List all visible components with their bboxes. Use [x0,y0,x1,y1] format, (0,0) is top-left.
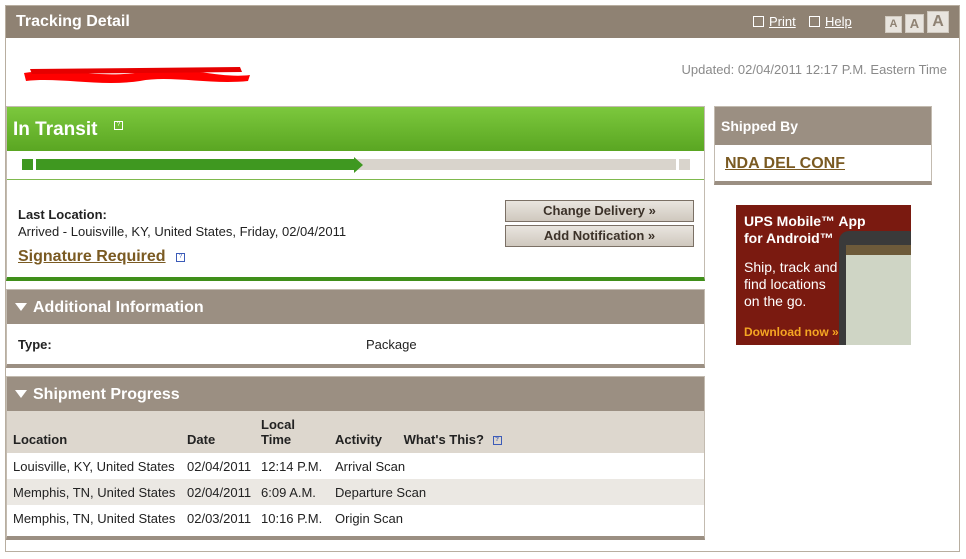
title-bar: Tracking Detail Print Help A A A [6,6,959,38]
additional-info-title: Additional Information [33,299,204,316]
last-location-label: Last Location: [18,207,107,222]
cell-location: Memphis, TN, United States [13,510,176,526]
additional-info-panel: Additional Information Type: Package [6,289,705,368]
status-title: In Transit [13,119,98,140]
whats-this-help-icon[interactable]: ? [492,436,502,446]
progress-fill [22,159,355,170]
print-icon [753,16,764,27]
cell-location: Louisville, KY, United States [13,458,175,474]
table-row: Memphis, TN, United States 02/04/2011 6:… [7,479,704,505]
table-header-row: Location Date Local Time Activity What's… [7,411,704,453]
shipment-progress-header[interactable]: Shipment Progress [7,377,704,411]
progress-start-cap [22,159,36,170]
status-header: In Transit ? [7,107,704,151]
progress-end-cap [676,159,690,170]
help-link[interactable]: Help [809,14,852,29]
status-help-icon[interactable]: ? [114,121,123,130]
progress-table: Location Date Local Time Activity What's… [7,411,704,531]
shipped-by-panel: Shipped By NDA DEL CONF [714,106,932,185]
print-link[interactable]: Print [753,14,796,29]
page-title: Tracking Detail [16,13,130,30]
add-notification-button[interactable]: Add Notification » [505,225,694,247]
shipped-by-value[interactable]: NDA DEL CONF [725,155,845,173]
cell-time: 6:09 A.M. [255,479,329,505]
change-delivery-button[interactable]: Change Delivery » [505,200,694,222]
font-size-controls: A A A [885,11,949,33]
cell-activity: Origin Scan [335,510,403,526]
collapse-triangle-icon [15,303,27,311]
last-location-value: Arrived - Louisville, KY, United States,… [18,224,347,239]
redacted-tracking-number [24,67,250,83]
progress-track [7,151,704,180]
additional-info-header[interactable]: Additional Information [7,290,704,324]
ad-title: UPS Mobile™ App for Android™ [744,213,866,246]
phone-screen [846,245,911,345]
status-panel: In Transit ? Last Location: Arrived - Lo… [6,106,705,281]
shipment-progress-title: Shipment Progress [33,386,180,403]
ad-download-link[interactable]: Download now » [744,325,839,339]
type-value: Package [366,337,417,352]
column-activity: Activity What's This? ? [329,411,704,453]
signature-required-link[interactable]: Signature Required [18,248,166,266]
shipment-progress-panel: Shipment Progress Location Date Local Ti… [6,376,705,540]
table-row: Louisville, KY, United States 02/04/2011… [7,453,704,479]
cell-date: 02/04/2011 [187,458,252,474]
column-local-time: Local Time [255,411,329,453]
last-location: Last Location: Arrived - Louisville, KY,… [18,207,346,239]
font-small-button[interactable]: A [885,16,902,33]
ad-body: Ship, track and find locations on the go… [744,259,838,309]
ups-mobile-ad[interactable]: UPS Mobile™ App for Android™ Ship, track… [736,205,911,345]
collapse-triangle-icon [15,390,27,398]
type-label: Type: [18,337,52,352]
font-large-button[interactable]: A [927,11,949,33]
cell-activity: Departure Scan [329,479,704,505]
updated-timestamp: Updated: 02/04/2011 12:17 P.M. Eastern T… [681,62,947,77]
column-location: Location [7,411,181,453]
cell-date: 02/03/2011 [187,510,252,526]
table-row: Memphis, TN, United States 02/03/2011 10… [7,505,704,531]
cell-activity: Arrival Scan [335,458,406,474]
android-phone-image [839,231,911,345]
cell-time: 12:14 P.M. [261,458,323,474]
print-label: Print [769,14,796,29]
cell-time: 10:16 P.M. [261,510,323,526]
signature-required-label: Signature Required [18,248,166,265]
signature-help-icon[interactable]: ? [176,253,185,262]
cell-location: Memphis, TN, United States [7,479,181,505]
shipped-by-title: Shipped By [715,107,931,145]
column-date: Date [181,411,255,453]
progress-marker-icon [354,157,363,173]
cell-date: 02/04/2011 [181,479,255,505]
column-activity-label: Activity [335,432,382,447]
help-label: Help [825,14,852,29]
help-icon [809,16,820,27]
whats-this-link[interactable]: What's This? [404,432,484,447]
tracking-window: Tracking Detail Print Help A A A Updated… [5,5,960,552]
font-medium-button[interactable]: A [905,14,924,33]
